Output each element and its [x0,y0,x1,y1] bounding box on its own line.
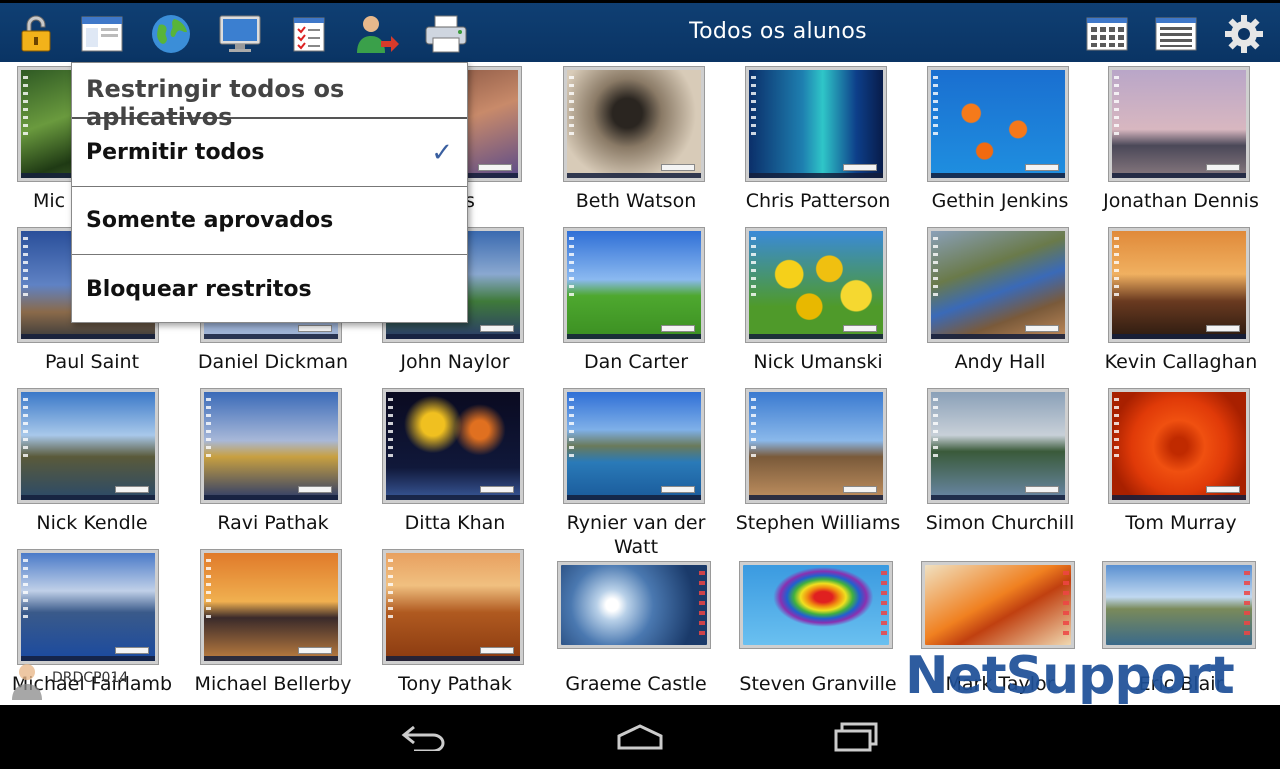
globe-icon[interactable] [149,12,193,56]
student-tile[interactable]: Andy Hall [909,223,1091,384]
student-name: Chris Patterson [745,190,891,212]
student-screen-thumbnail[interactable] [200,549,342,665]
student-screen-thumbnail[interactable] [745,227,887,343]
back-icon[interactable] [394,719,454,755]
student-name: Beth Watson [575,190,697,212]
student-screen-thumbnail[interactable] [200,388,342,504]
page-title: Todos os alunos [689,19,867,44]
student-name: Ditta Khan [404,512,506,534]
student-name: Paul Saint [44,351,140,373]
student-screen-thumbnail[interactable] [1102,561,1256,649]
settings-icon[interactable] [1222,12,1266,56]
student-name: Graeme Castle [565,673,707,695]
student-tile[interactable]: Ravi Pathak [182,384,364,545]
menu-item-block-restricted[interactable]: Bloquear restritos [72,255,467,323]
student-tile[interactable]: Beth Watson [545,62,727,223]
android-nav-bar [0,705,1280,769]
student-name: John Naylor [400,351,510,373]
grid-view-icon[interactable] [1085,12,1129,56]
student-tile[interactable]: Nick Kendle [1,384,183,545]
menu-item-label: Permitir todos [86,140,265,165]
student-tile[interactable]: Stephen Williams [727,384,909,545]
student-screen-thumbnail[interactable] [739,561,893,649]
student-name: Nick Umanski [753,351,883,373]
printer-icon[interactable] [424,12,468,56]
student-screen-thumbnail[interactable] [382,549,524,665]
student-screen-thumbnail[interactable] [921,561,1075,649]
menu-item-label: Somente aprovados [86,208,334,233]
student-name: Simon Churchill [925,512,1075,534]
student-tile[interactable]: Graeme Castle [545,545,727,706]
student-tile[interactable]: Michael Bellerby [182,545,364,706]
student-screen-thumbnail[interactable] [927,388,1069,504]
student-name: Kevin Callaghan [1104,351,1258,373]
top-toolbar: Todos os alunos [0,0,1280,62]
student-screen-thumbnail[interactable] [1108,66,1250,182]
menu-item-approved-only[interactable]: Somente aprovados [72,187,467,255]
device-label: DRDCP014 [52,670,129,686]
student-screen-thumbnail[interactable] [563,388,705,504]
student-name: Tom Murray [1125,512,1237,534]
user-remove-icon[interactable] [355,12,399,56]
student-screen-thumbnail[interactable] [1108,388,1250,504]
student-name: Steven Granville [739,673,897,695]
student-screen-thumbnail[interactable] [563,66,705,182]
student-name: Nick Kendle [36,512,148,534]
student-screen-thumbnail[interactable] [17,549,159,665]
student-tile[interactable]: Rynier van der Watt [545,384,727,558]
student-name: Stephen Williams [735,512,901,534]
student-name: Ravi Pathak [217,512,329,534]
student-tile[interactable]: Steven Granville [727,545,909,706]
menu-item-label: Bloquear restritos [86,276,312,302]
student-screen-thumbnail[interactable] [557,561,711,649]
student-screen-thumbnail[interactable] [745,66,887,182]
netsupport-logo: NetSupport [905,646,1235,706]
menu-title: Restringir todos os aplicativos [72,63,467,131]
student-tile[interactable]: Jonathan Dennis [1090,62,1272,223]
student-screen-thumbnail[interactable] [927,66,1069,182]
student-tile[interactable]: Kevin Callaghan [1090,223,1272,384]
student-name: Daniel Dickman [197,351,349,373]
student-screen-thumbnail[interactable] [745,388,887,504]
checkmark-icon: ✓ [431,137,453,168]
recent-apps-icon[interactable] [826,719,886,755]
student-tile[interactable]: Ditta Khan [364,384,546,545]
window-icon[interactable] [80,12,124,56]
student-screen-thumbnail[interactable] [563,227,705,343]
monitor-icon[interactable] [218,12,262,56]
student-screen-thumbnail[interactable] [17,388,159,504]
student-name: Tony Pathak [398,673,512,695]
checklist-icon[interactable] [287,12,331,56]
student-name: Jonathan Dennis [1103,190,1259,212]
student-screen-thumbnail[interactable] [1108,227,1250,343]
student-tile[interactable]: Chris Patterson [727,62,909,223]
student-name: Gethin Jenkins [931,190,1069,212]
list-view-icon[interactable] [1154,12,1198,56]
student-screen-thumbnail[interactable] [927,227,1069,343]
student-tile[interactable]: Simon Churchill [909,384,1091,545]
home-icon[interactable] [610,719,670,755]
student-tile[interactable]: Dan Carter [545,223,727,384]
lock-icon[interactable] [14,12,58,56]
user-avatar-icon [10,662,44,700]
student-name: Dan Carter [583,351,689,373]
student-tile[interactable]: Gethin Jenkins [909,62,1091,223]
restrict-apps-menu: Restringir todos os aplicativos Permitir… [71,62,468,323]
student-name: Andy Hall [954,351,1046,373]
student-tile[interactable]: Nick Umanski [727,223,909,384]
student-tile[interactable]: Tony Pathak [364,545,546,706]
student-screen-thumbnail[interactable] [382,388,524,504]
student-name: Michael Bellerby [194,673,352,695]
student-tile[interactable]: Tom Murray [1090,384,1272,545]
